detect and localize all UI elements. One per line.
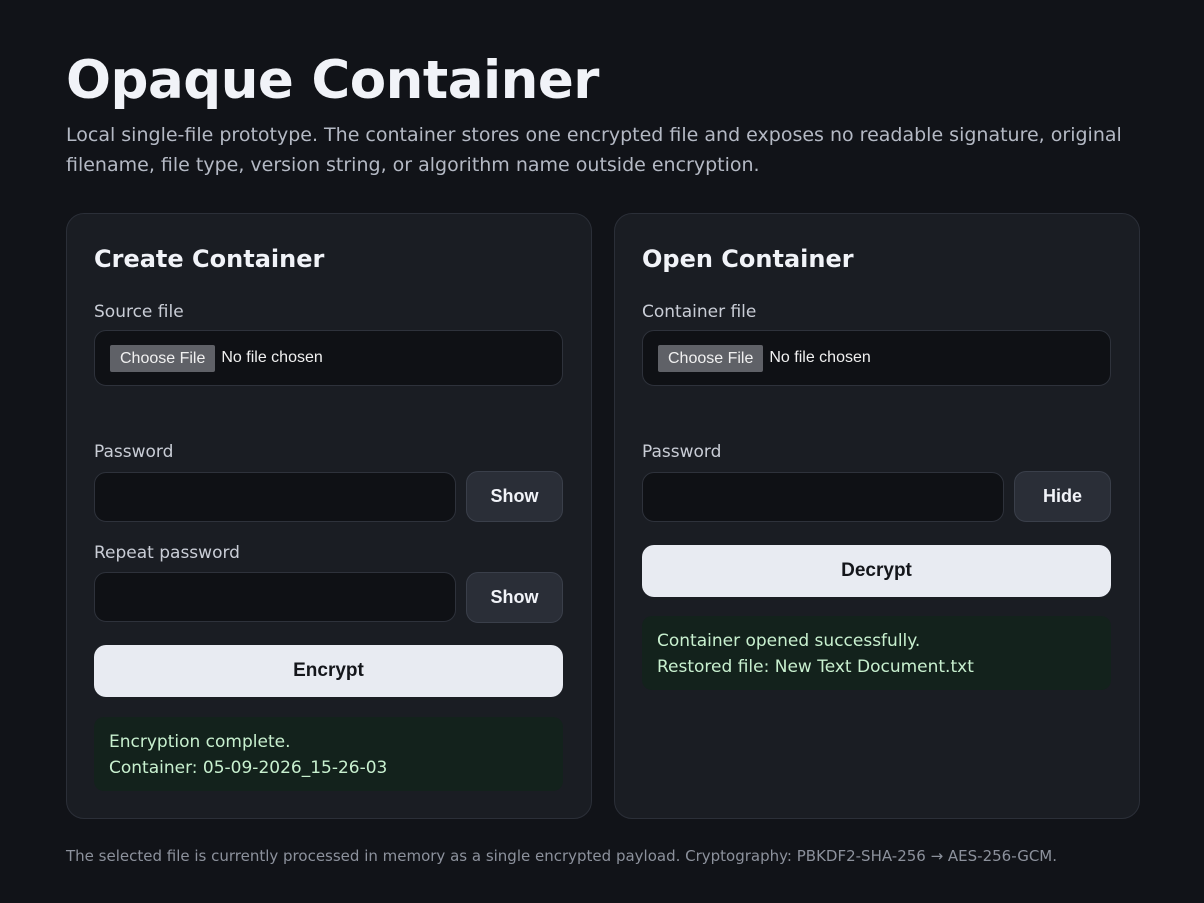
- encrypt-container-name: Container: 05-09-2026_15-26-03: [109, 758, 388, 778]
- repeat-password-label: Repeat password: [94, 543, 240, 563]
- repeat-password-field[interactable]: [94, 572, 456, 622]
- container-file-label: Container file: [642, 302, 757, 322]
- restored-file-name: Restored file: New Text Document.txt: [657, 657, 974, 677]
- container-file-status: No file chosen: [769, 349, 871, 366]
- encrypt-status-line: Encryption complete.: [109, 732, 291, 752]
- repeat-password-show-button[interactable]: Show: [466, 572, 563, 623]
- open-password-label: Password: [642, 442, 722, 462]
- open-container-card: Open Container Container file Choose Fil…: [614, 213, 1140, 819]
- source-choose-file-button[interactable]: Choose File: [110, 344, 216, 372]
- container-choose-file-button[interactable]: Choose File: [658, 344, 764, 372]
- create-container-card: Create Container Source file Choose File…: [66, 213, 592, 819]
- open-password-hide-button[interactable]: Hide: [1014, 471, 1111, 522]
- footer-note: The selected file is currently processed…: [66, 847, 1057, 865]
- create-card-title: Create Container: [94, 245, 325, 273]
- decrypt-button[interactable]: Decrypt: [642, 545, 1111, 597]
- source-file-label: Source file: [94, 302, 184, 322]
- source-file-status: No file chosen: [221, 349, 323, 366]
- open-password-field[interactable]: [642, 472, 1004, 522]
- container-file-input[interactable]: Choose File No file chosen: [642, 330, 1111, 386]
- encrypt-status-message: Encryption complete. Container: 05-09-20…: [94, 717, 563, 791]
- create-password-label: Password: [94, 442, 174, 462]
- source-file-input[interactable]: Choose File No file chosen: [94, 330, 563, 386]
- create-password-field[interactable]: [94, 472, 456, 522]
- decrypt-status-message: Container opened successfully. Restored …: [642, 616, 1111, 690]
- open-card-title: Open Container: [642, 245, 854, 273]
- create-password-show-button[interactable]: Show: [466, 471, 563, 522]
- page-title: Opaque Container: [66, 50, 599, 111]
- encrypt-button[interactable]: Encrypt: [94, 645, 563, 697]
- page-subtitle: Local single-file prototype. The contain…: [66, 124, 1122, 176]
- decrypt-status-line: Container opened successfully.: [657, 631, 921, 651]
